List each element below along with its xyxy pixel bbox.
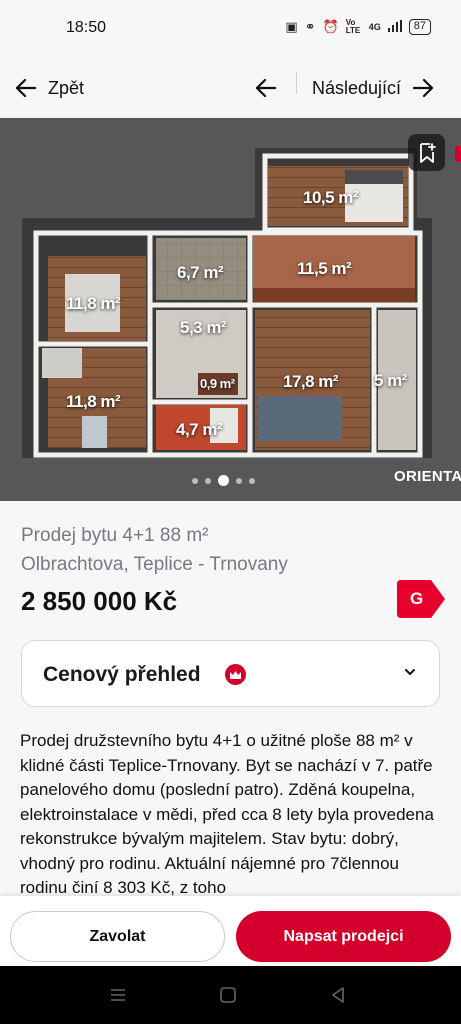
room-area-label: 4,7 m² [176,420,223,439]
room-area-label: 10,5 m² [303,188,359,207]
room-area-label: 0,9 m² [200,376,235,391]
nfc-icon: ▣ [285,19,298,34]
listing-description: Prodej družstevního bytu 4+1 o užitné pl… [20,731,434,896]
gallery-pagination [192,475,255,486]
energy-class-badge[interactable]: G [397,580,445,618]
listing-title: Prodej bytu 4+1 88 m² [21,525,209,546]
signal-bars-icon [387,19,402,35]
save-listing-button[interactable] [408,134,445,171]
signal-4g-icon: 4G [368,22,381,32]
back-button[interactable]: Zpět [16,68,84,108]
arrow-left-icon [16,79,36,97]
nav-divider [296,72,297,94]
room-area-label: 5,3 m² [180,318,227,337]
room-area-label: 11,8 m² [66,294,121,313]
back-triangle-icon[interactable] [327,984,349,1006]
next-listing-button[interactable]: Následující [312,68,434,108]
call-button[interactable]: Zavolat [10,911,225,962]
alarm-icon: ⏰ [322,19,339,34]
status-icons: ▣ ⚭ ⏰ Vo LTE 4G 87 [285,19,431,35]
side-indicator [455,146,461,162]
home-icon[interactable] [217,984,239,1006]
headphones-icon: ⚭ [304,19,316,34]
listing-price: 2 850 000 Kč [21,586,178,616]
status-bar: 18:50 ▣ ⚭ ⏰ Vo LTE 4G 87 [0,0,461,58]
image-watermark: ORIENTA [394,468,461,485]
pagination-dot[interactable] [249,477,255,484]
pagination-dot[interactable] [205,477,211,484]
menu-icon[interactable] [107,984,129,1006]
back-label: Zpět [48,77,85,98]
volte-icon: Vo LTE [345,18,361,35]
status-time: 18:50 [66,19,107,36]
bookmark-add-icon [419,142,436,163]
arrow-right-icon [413,79,434,97]
room-area-label: 11,8 m² [66,392,121,411]
write-to-seller-button[interactable]: Napsat prodejci [236,911,451,962]
listing-address[interactable]: Olbrachtova, Teplice - Trnovany [21,554,288,576]
next-label: Následující [312,77,402,98]
pagination-dot-active[interactable] [218,475,229,486]
room-area-label: 5 m² [374,371,407,390]
nav-bar: Zpět Následující [0,58,461,118]
pagination-dot[interactable] [192,477,198,484]
contact-action-bar: Zavolat Napsat prodejci [0,896,461,966]
pagination-dot[interactable] [236,477,242,484]
room-area-label: 17,8 m² [283,372,339,391]
price-overview-label: Cenový přehled [43,663,201,686]
system-navigation-bar [0,966,461,1024]
arrow-left-icon [256,79,276,97]
room-area-label: 6,7 m² [177,263,224,282]
previous-listing-button[interactable] [250,68,282,108]
room-area-label: 11,5 m² [297,259,352,278]
price-overview-accordion[interactable]: Cenový přehled [21,640,440,707]
photo-gallery[interactable]: 10,5 m² 6,7 m² 11,5 m² 11,8 m² 5,3 m² 0,… [0,118,461,501]
battery-icon: 87 [408,19,431,35]
energy-class-letter: G [410,589,424,608]
chevron-down-icon [405,669,415,675]
crown-icon [225,664,246,685]
